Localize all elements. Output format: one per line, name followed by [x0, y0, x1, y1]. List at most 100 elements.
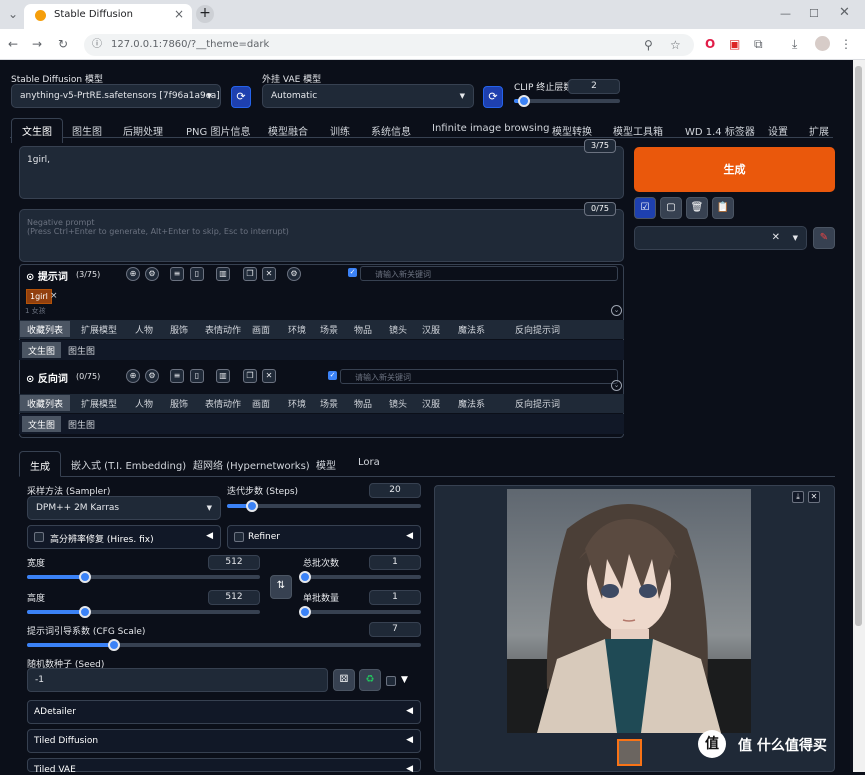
refresh-vae-button[interactable]: ⟳: [483, 86, 503, 108]
columns-icon[interactable]: ▥: [216, 369, 230, 383]
tab-train[interactable]: 训练: [330, 123, 350, 138]
clip-input[interactable]: 2: [568, 79, 620, 94]
tab-png-info[interactable]: PNG 图片信息: [186, 123, 250, 138]
tab-list-icon[interactable]: ⌄: [8, 7, 18, 21]
negative-category-0[interactable]: 收藏列表: [20, 395, 71, 411]
menu-icon[interactable]: ⋮: [840, 37, 852, 51]
prompt-category-1[interactable]: 扩展模型: [74, 321, 124, 337]
tab-extras[interactable]: 后期处理: [123, 123, 163, 138]
opera-extension-icon[interactable]: O: [705, 37, 715, 51]
keyword-checkbox[interactable]: ✓: [348, 268, 357, 277]
cfg-slider[interactable]: [27, 639, 421, 651]
negative-category-11[interactable]: 魔法系: [451, 395, 492, 411]
seed-input[interactable]: -1: [27, 668, 328, 692]
generate-button[interactable]: 生成: [634, 147, 835, 192]
download-icon[interactable]: ⤓: [792, 37, 797, 51]
neg-subtab-txt2img[interactable]: 文生图: [22, 416, 62, 432]
download-image-icon[interactable]: ⤓: [792, 491, 804, 503]
negative-category-10[interactable]: 汉服: [415, 395, 447, 411]
tab-extensions[interactable]: 扩展: [809, 123, 829, 138]
keyword-input[interactable]: 请输入新关键词: [360, 266, 618, 281]
negative-category-7[interactable]: 场景: [313, 395, 345, 411]
extensions-puzzle-icon[interactable]: ⧉: [754, 37, 763, 51]
prompt-category-11[interactable]: 魔法系: [451, 321, 492, 337]
width-input[interactable]: 512: [208, 555, 260, 570]
reload-icon[interactable]: ↻: [58, 37, 68, 51]
tab-image-browser[interactable]: Infinite image browsing: [432, 123, 550, 134]
new-tab-button[interactable]: +: [196, 5, 214, 23]
prompt-category-9[interactable]: 镜头: [382, 321, 414, 337]
negative-category-2[interactable]: 人物: [128, 395, 160, 411]
random-seed-button[interactable]: ⚄: [333, 669, 355, 691]
trash-button[interactable]: 🗑: [686, 197, 708, 219]
minimize-icon[interactable]: —: [780, 7, 791, 21]
styles-button[interactable]: 📋: [712, 197, 734, 219]
image-thumbnail[interactable]: [617, 739, 642, 766]
swap-dimensions-button[interactable]: ⇅: [270, 575, 292, 599]
refresh-model-button[interactable]: ⟳: [231, 86, 251, 108]
translate-icon[interactable]: ⊕: [126, 369, 140, 383]
close-image-icon[interactable]: ✕: [808, 491, 820, 503]
styles-select[interactable]: ✕ ▼: [634, 226, 807, 250]
paste-button[interactable]: ▢: [660, 197, 682, 219]
forward-icon[interactable]: →: [32, 37, 42, 51]
settings-icon[interactable]: ⚙: [145, 369, 159, 383]
copy-text-icon[interactable]: ≡: [170, 369, 184, 383]
tab-txt2img[interactable]: 文生图: [11, 118, 63, 143]
expand-circle-icon[interactable]: ⌄: [611, 305, 622, 316]
bookmark-star-icon[interactable]: ☆: [670, 38, 681, 52]
tab-model-convert[interactable]: 模型转换: [552, 123, 592, 138]
cfg-input[interactable]: 7: [369, 622, 421, 637]
bookmark-icon[interactable]: ▯: [190, 267, 204, 281]
negative-category-8[interactable]: 物品: [347, 395, 379, 411]
steps-input[interactable]: 20: [369, 483, 421, 498]
site-info-icon[interactable]: ⓘ: [92, 38, 102, 52]
address-bar[interactable]: ⓘ 127.0.0.1:7860/?__theme=dark ⚲ ☆: [84, 34, 694, 56]
subtab-hypernetworks[interactable]: 超网络 (Hypernetworks): [193, 457, 310, 472]
duplicate-icon[interactable]: ❐: [243, 267, 257, 281]
negative-category-5[interactable]: 画面: [245, 395, 277, 411]
tab-settings[interactable]: 设置: [768, 123, 788, 138]
tiled-vae-accordion[interactable]: Tiled VAE ◀: [27, 758, 421, 775]
translate-icon[interactable]: ⊕: [126, 267, 140, 281]
expand-circle-icon[interactable]: ⌄: [611, 380, 622, 391]
extra-seed-checkbox[interactable]: [386, 676, 396, 686]
clip-slider[interactable]: [514, 95, 620, 107]
hires-checkbox[interactable]: [34, 532, 44, 542]
prompt-helper-toggle[interactable]: ⊙ 提示词: [26, 268, 68, 283]
gear-icon[interactable]: ⚙: [287, 267, 301, 281]
columns-icon[interactable]: ▥: [216, 267, 230, 281]
prompt-category-10[interactable]: 汉服: [415, 321, 447, 337]
adetailer-accordion[interactable]: ADetailer ◀: [27, 700, 421, 724]
maximize-icon[interactable]: ☐: [809, 7, 819, 21]
close-window-icon[interactable]: ✕: [839, 6, 850, 20]
close-tab-icon[interactable]: ×: [174, 7, 184, 21]
neg-keyword-checkbox[interactable]: ✓: [328, 371, 337, 380]
back-icon[interactable]: ←: [8, 37, 18, 51]
model-select[interactable]: anything-v5-PrtRE.safetensors [7f96a1a9c…: [11, 84, 221, 108]
negative-category-1[interactable]: 扩展模型: [74, 395, 124, 411]
tab-model-toolkit[interactable]: 模型工具箱: [613, 123, 663, 138]
negative-category-9[interactable]: 镜头: [382, 395, 414, 411]
apply-checkbox-button[interactable]: ☑: [634, 197, 656, 219]
prompt-category-8[interactable]: 物品: [347, 321, 379, 337]
profile-avatar[interactable]: [815, 36, 830, 51]
negative-prompt-textarea[interactable]: Negative prompt (Press Ctrl+Enter to gen…: [19, 209, 624, 262]
neg-keyword-input[interactable]: 请输入新关键词: [340, 369, 618, 384]
duplicate-icon[interactable]: ❐: [243, 369, 257, 383]
subtab-lora[interactable]: Lora: [358, 457, 380, 468]
height-slider[interactable]: [27, 606, 260, 618]
prompt-category-5[interactable]: 画面: [245, 321, 277, 337]
prompt-category-12[interactable]: 反向提示词: [508, 321, 567, 337]
sampler-select[interactable]: DPM++ 2M Karras ▼: [27, 496, 221, 520]
negative-helper-toggle[interactable]: ⊙ 反向词: [26, 370, 68, 385]
batch-count-slider[interactable]: [299, 571, 421, 583]
width-slider[interactable]: [27, 571, 260, 583]
extension-red-icon[interactable]: ▣: [729, 37, 740, 51]
refiner-checkbox[interactable]: [234, 532, 244, 542]
steps-slider[interactable]: [227, 500, 421, 512]
subtab-txt2img[interactable]: 文生图: [22, 342, 62, 358]
vae-select[interactable]: Automatic ▼: [262, 84, 474, 108]
copy-text-icon[interactable]: ≡: [170, 267, 184, 281]
tab-wd-tagger[interactable]: WD 1.4 标签器: [685, 123, 755, 138]
